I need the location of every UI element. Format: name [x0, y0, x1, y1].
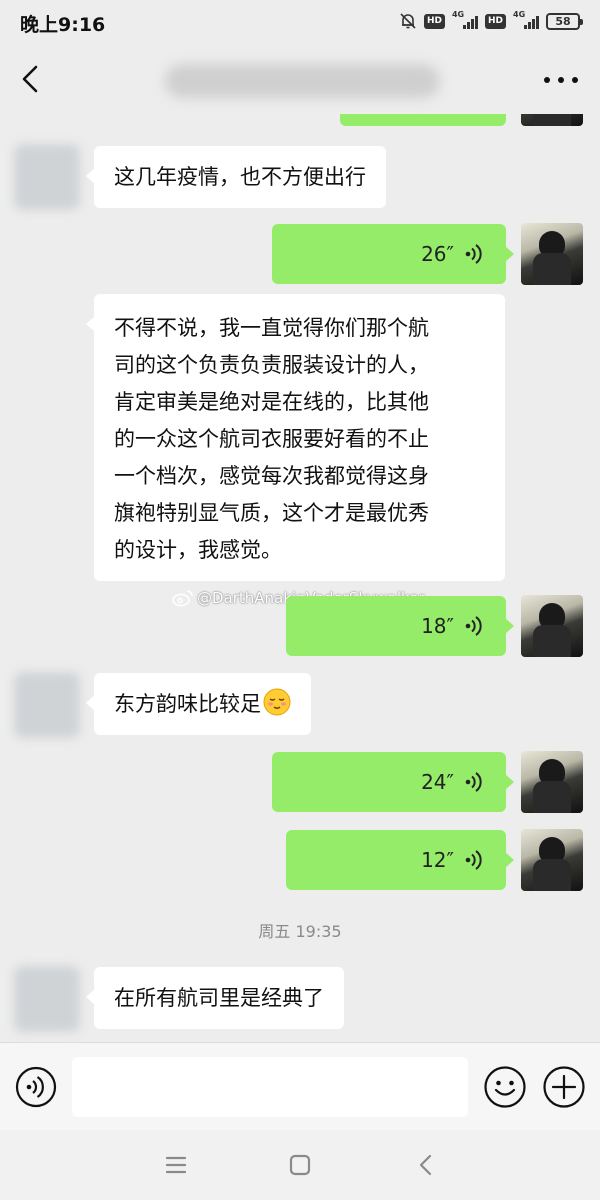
signal-icon: 4G — [513, 10, 539, 30]
input-bar — [0, 1042, 600, 1130]
avatar[interactable] — [521, 114, 583, 126]
voice-wave-icon — [465, 616, 482, 636]
voice-message-partial[interactable] — [340, 114, 506, 126]
signal-icon: 4G — [452, 10, 478, 30]
message-line: 司的这个负责负责服装设计的人， — [114, 353, 429, 377]
text-message[interactable]: 在所有航司里是经典了 — [86, 967, 344, 1029]
chat-header — [0, 44, 600, 114]
text-message[interactable]: 这几年疫情，也不方便出行 — [86, 146, 386, 208]
text-message[interactable]: 不得不说，我一直觉得你们那个航 司的这个负责负责服装设计的人， 肯定审美是绝对是… — [86, 294, 505, 581]
message-text: 这几年疫情，也不方便出行 — [114, 165, 366, 189]
avatar[interactable] — [14, 672, 80, 738]
avatar[interactable] — [14, 966, 80, 1032]
message-line: 的一众这个航司衣服要好看的不止 — [114, 427, 429, 451]
message-text: 在所有航司里是经典了 — [114, 986, 324, 1010]
message-line: 不得不说，我一直觉得你们那个航 — [114, 316, 429, 340]
emoji-icon[interactable] — [483, 1065, 527, 1109]
avatar[interactable] — [14, 144, 80, 210]
avatar[interactable] — [521, 829, 583, 891]
mute-bell-icon — [400, 13, 416, 29]
chevron-left-icon[interactable] — [14, 62, 48, 96]
voice-input-icon[interactable] — [15, 1066, 57, 1108]
plus-icon[interactable] — [542, 1065, 586, 1109]
hd-badge: HD — [423, 13, 445, 29]
voice-wave-icon — [465, 772, 482, 792]
voice-duration: 12″ — [421, 848, 454, 872]
message-text: 东方韵味比较足 — [114, 692, 261, 716]
voice-duration: 24″ — [421, 770, 454, 794]
chat-title-blurred — [165, 64, 440, 98]
voice-wave-icon — [465, 244, 482, 264]
voice-wave-icon — [465, 850, 482, 870]
voice-message[interactable]: 18″ — [286, 596, 514, 656]
status-time: 晚上9:16 — [20, 14, 106, 36]
message-line: 的设计，我感觉。 — [114, 538, 282, 562]
avatar[interactable] — [521, 595, 583, 657]
voice-message[interactable]: 24″ — [272, 752, 514, 812]
battery-icon: 58 — [546, 12, 583, 30]
avatar[interactable] — [521, 223, 583, 285]
shy-smile-emoji-icon — [263, 688, 291, 716]
text-message[interactable]: 东方韵味比较足 — [86, 673, 311, 735]
home-icon[interactable] — [287, 1152, 313, 1178]
voice-message[interactable]: 12″ — [286, 830, 514, 890]
avatar[interactable] — [521, 751, 583, 813]
voice-duration: 26″ — [421, 242, 454, 266]
message-line: 肯定审美是绝对是在线的，比其他 — [114, 390, 429, 414]
message-line: 旗袍特别显气质，这个才是最优秀 — [114, 501, 429, 525]
status-icons: HD 4G HD 4G 58 — [399, 10, 583, 31]
message-line: 一个档次，感觉每次我都觉得这身 — [114, 464, 429, 488]
more-dots-icon[interactable] — [544, 66, 578, 94]
system-navigation-bar — [0, 1130, 600, 1200]
menu-icon[interactable] — [163, 1152, 189, 1178]
hd-badge: HD — [484, 13, 506, 29]
message-input[interactable] — [72, 1057, 468, 1117]
time-divider: 周五 19:35 — [258, 922, 342, 941]
weibo-logo-icon — [172, 590, 193, 607]
voice-duration: 18″ — [421, 614, 454, 638]
message-list[interactable]: 这几年疫情，也不方便出行 26″ 不得不说，我一直觉得你们那个航 司的这个负责负… — [0, 114, 600, 1042]
back-icon[interactable] — [413, 1152, 439, 1178]
status-bar: 晚上9:16 HD 4G HD 4G 58 — [0, 0, 600, 44]
voice-message[interactable]: 26″ — [272, 224, 514, 284]
